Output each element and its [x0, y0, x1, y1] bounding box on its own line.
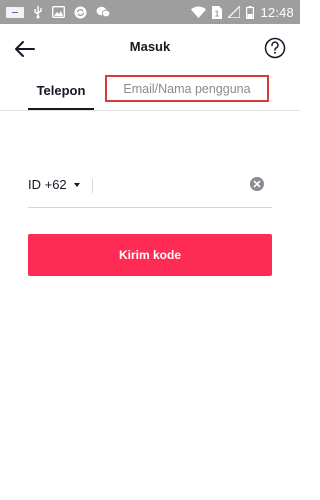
- app-notification-logo: ▬▬: [6, 6, 24, 18]
- status-time: 12:48: [260, 4, 294, 20]
- phone-input-row: ID +62: [28, 168, 272, 208]
- usb-debug-icon: [33, 5, 43, 19]
- send-code-button[interactable]: Kirim kode: [28, 234, 272, 276]
- caret-down-icon: [73, 182, 80, 187]
- phone-number-input[interactable]: [96, 174, 236, 196]
- tab-phone[interactable]: Telepon: [29, 82, 93, 110]
- clear-circle-icon: [250, 177, 264, 191]
- login-tabs: Telepon Email/Nama pengguna: [0, 70, 300, 110]
- clear-input-button[interactable]: [250, 177, 264, 191]
- text-cursor: [92, 179, 93, 193]
- status-bar: ▬▬ 1 12:48: [0, 0, 300, 24]
- help-button[interactable]: [264, 37, 286, 59]
- page-title: Masuk: [129, 39, 171, 54]
- sim-1-icon: 1: [212, 5, 223, 19]
- svg-text:1: 1: [215, 9, 220, 18]
- send-code-label: Kirim kode: [118, 248, 181, 262]
- tab-phone-label: Telepon: [36, 83, 86, 98]
- battery-icon: [246, 5, 255, 19]
- tabs-divider: [0, 110, 300, 111]
- chat-icon: [96, 6, 110, 18]
- tab-email-label: Email/Nama pengguna: [123, 81, 251, 96]
- question-circle-icon: [264, 37, 286, 59]
- input-underline: [28, 207, 272, 208]
- tab-email-username[interactable]: Email/Nama pengguna: [105, 75, 269, 102]
- country-code-selector[interactable]: ID +62: [28, 177, 80, 192]
- signal-icon: [228, 6, 241, 18]
- image-icon: [52, 6, 65, 18]
- header: Masuk: [0, 30, 300, 66]
- sync-icon: [74, 6, 87, 19]
- country-code-label: ID +62: [28, 177, 67, 192]
- wifi-icon: [191, 6, 207, 18]
